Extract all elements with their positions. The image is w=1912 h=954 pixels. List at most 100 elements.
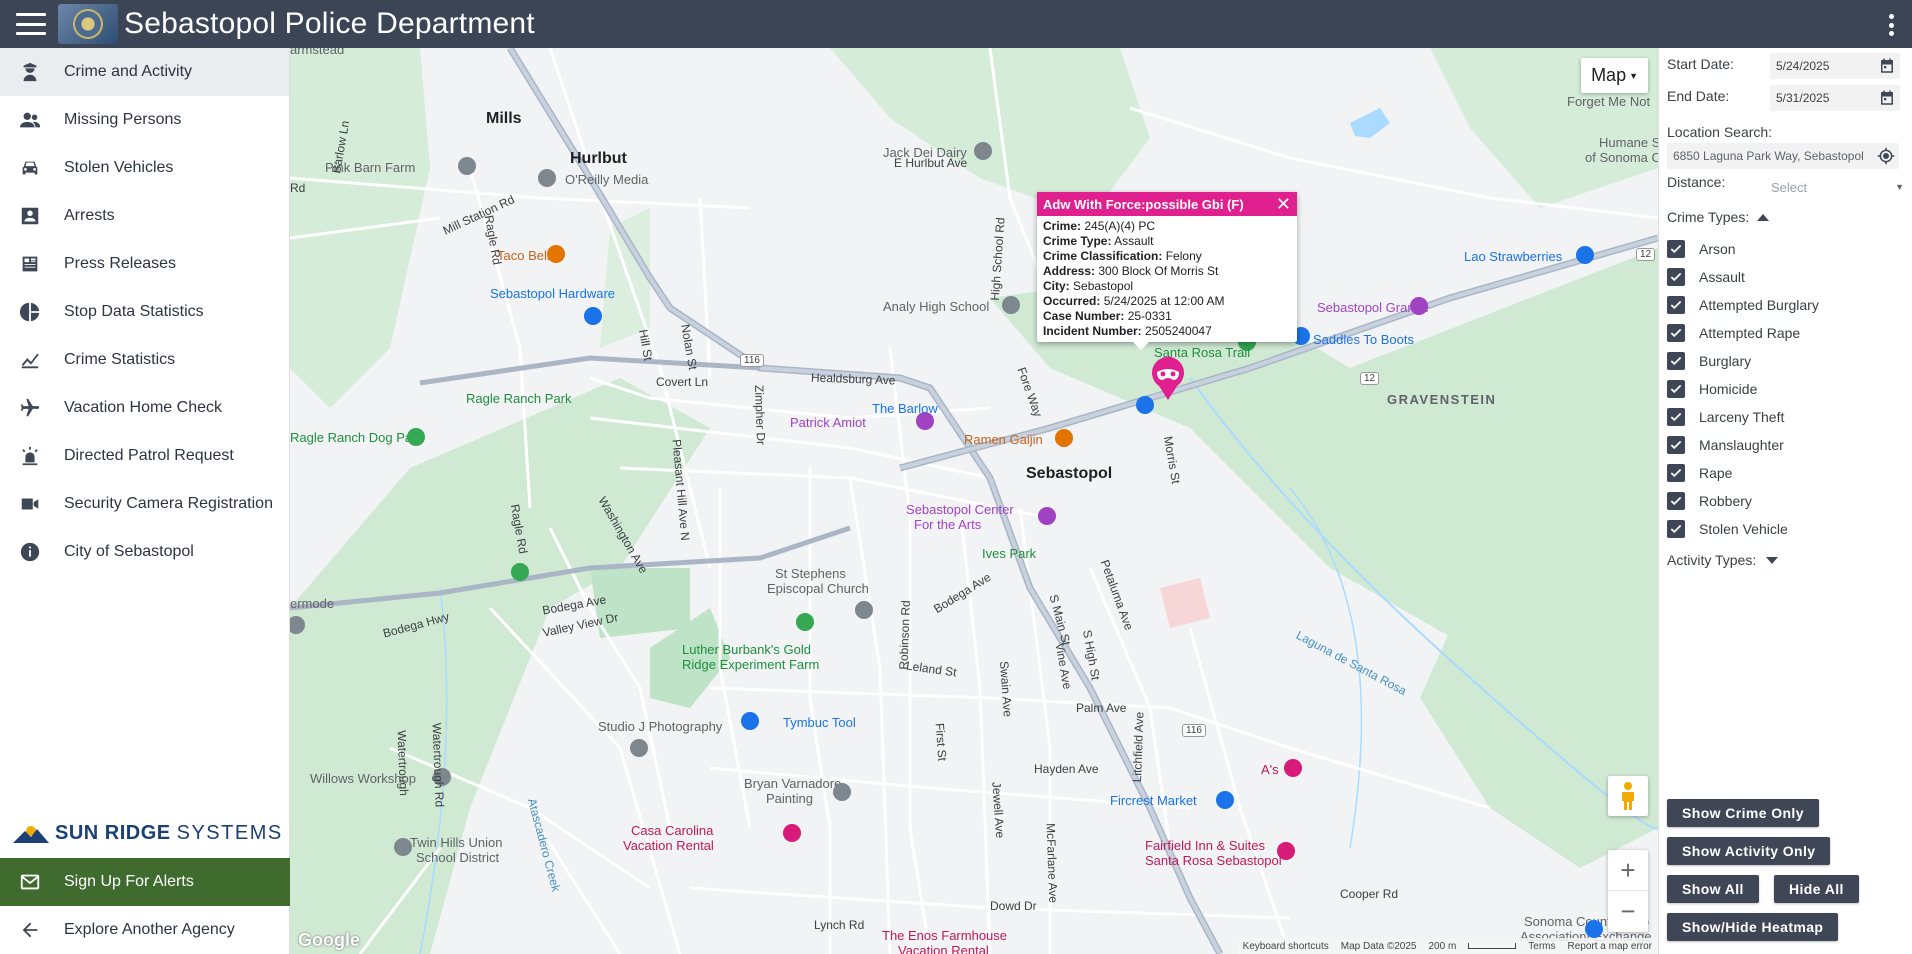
explore-agency-button[interactable]: Explore Another Agency — [0, 906, 290, 954]
shopping-pin-icon[interactable] — [1216, 791, 1234, 809]
crime-type-row[interactable]: Burglary — [1667, 350, 1751, 372]
calendar-icon[interactable] — [1878, 57, 1896, 75]
restaurant-pin-icon[interactable] — [547, 245, 565, 263]
place-pin-icon[interactable] — [833, 783, 851, 801]
checkbox-checked-icon[interactable] — [1667, 380, 1685, 398]
start-date-field[interactable]: 5/24/2025 — [1770, 53, 1900, 79]
restaurant-pin-icon[interactable] — [1055, 429, 1073, 447]
show-activity-only-button[interactable]: Show Activity Only — [1667, 837, 1831, 865]
park-pin-icon[interactable] — [511, 563, 529, 581]
sign-up-alerts-button[interactable]: Sign Up For Alerts — [0, 858, 290, 906]
hide-all-button[interactable]: Hide All — [1774, 875, 1859, 903]
show-crime-only-button[interactable]: Show Crime Only — [1667, 799, 1819, 827]
activity-types-label: Activity Types: — [1667, 552, 1757, 568]
sidebar-item-stop-data-statistics[interactable]: Stop Data Statistics — [0, 288, 289, 336]
more-options-icon[interactable] — [1888, 14, 1894, 36]
map-label-enos: The Enos Farmhouse Vacation Rental — [882, 928, 1008, 954]
sidebar-item-label: Missing Persons — [64, 111, 182, 128]
crime-type-row[interactable]: Assault — [1667, 266, 1745, 288]
map-label-ermode: ermode — [290, 596, 335, 611]
sidebar-item-city-of-sebastopol[interactable]: City of Sebastopol — [0, 528, 289, 576]
place-pin-icon[interactable] — [630, 739, 648, 757]
lodging-pin-icon[interactable] — [1277, 842, 1295, 860]
park-pin-icon[interactable] — [796, 613, 814, 631]
crime-type-row[interactable]: Homicide — [1667, 378, 1757, 400]
shopping-pin-icon[interactable] — [1585, 920, 1603, 938]
checkbox-checked-icon[interactable] — [1667, 492, 1685, 510]
park-pin-icon[interactable] — [407, 428, 425, 446]
show-all-button[interactable]: Show All — [1667, 875, 1759, 903]
brand-name-light: SYSTEMS — [176, 821, 283, 844]
shopping-pin-icon[interactable] — [741, 712, 759, 730]
place-pin-icon[interactable] — [974, 142, 992, 160]
shopping-pin-icon[interactable] — [1576, 246, 1594, 264]
checkbox-checked-icon[interactable] — [1667, 464, 1685, 482]
calendar-icon[interactable] — [1878, 89, 1896, 107]
distance-select[interactable]: Select ▼ — [1770, 176, 1906, 198]
report-error-link[interactable]: Report a map error — [1568, 941, 1652, 952]
expand-arrow-icon[interactable] — [1766, 556, 1779, 564]
location-search-input[interactable]: 6850 Laguna Park Way, Sebastopol — [1667, 143, 1899, 169]
checkbox-checked-icon[interactable] — [1667, 296, 1685, 314]
sidebar-item-crime-and-activity[interactable]: Crime and Activity — [0, 48, 289, 96]
shopping-pin-icon[interactable] — [584, 307, 602, 325]
lodging-pin-icon[interactable] — [1284, 759, 1302, 777]
checkbox-checked-icon[interactable] — [1667, 268, 1685, 286]
arts-pin-icon[interactable] — [1038, 507, 1056, 525]
activity-types-header[interactable]: Activity Types: — [1667, 552, 1779, 568]
crime-type-label: Rape — [1699, 465, 1733, 481]
terms-link[interactable]: Terms — [1528, 941, 1555, 952]
sidebar-item-missing-persons[interactable]: Missing Persons — [0, 96, 289, 144]
checkbox-checked-icon[interactable] — [1667, 240, 1685, 258]
menu-icon[interactable] — [16, 13, 46, 35]
crime-type-row[interactable]: Manslaughter — [1667, 434, 1784, 456]
crime-type-row[interactable]: Attempted Burglary — [1667, 294, 1819, 316]
crime-map[interactable]: Mills Hurlbut Sebastopol GRAVENSTEIN Pin… — [290, 48, 1658, 954]
sidebar-item-crime-statistics[interactable]: Crime Statistics — [0, 336, 289, 384]
checkbox-checked-icon[interactable] — [1667, 324, 1685, 342]
crime-type-row[interactable]: Attempted Rape — [1667, 322, 1800, 344]
zoom-in-icon[interactable]: + — [1608, 850, 1648, 891]
sidebar-item-arrests[interactable]: Arrests — [0, 192, 289, 240]
checkbox-checked-icon[interactable] — [1667, 436, 1685, 454]
my-location-icon[interactable] — [1877, 147, 1895, 165]
crime-type-row[interactable]: Arson — [1667, 238, 1736, 260]
airplane-icon — [19, 397, 41, 419]
checkbox-checked-icon[interactable] — [1667, 352, 1685, 370]
map-type-control[interactable]: Map ▼ — [1581, 58, 1648, 93]
sidebar-item-vacation-home-check[interactable]: Vacation Home Check — [0, 384, 289, 432]
close-icon[interactable]: ✕ — [1276, 194, 1291, 215]
sidebar-item-stolen-vehicles[interactable]: Stolen Vehicles — [0, 144, 289, 192]
crime-types-header[interactable]: Crime Types: — [1667, 209, 1770, 225]
street-view-pegman-icon[interactable] — [1608, 776, 1648, 816]
brand-name-bold: SUN RIDGE — [55, 821, 171, 844]
collapse-arrow-icon[interactable] — [1757, 213, 1770, 221]
attraction-pin-icon[interactable] — [1410, 297, 1428, 315]
place-pin-icon[interactable] — [538, 169, 556, 187]
crime-type-row[interactable]: Rape — [1667, 462, 1732, 484]
incident-popup: Adw With Force:possible Gbi (F) ✕ Crime:… — [1037, 192, 1297, 350]
checkbox-checked-icon[interactable] — [1667, 408, 1685, 426]
crime-type-label: Burglary — [1699, 353, 1752, 369]
road-label: McFarlane Ave — [1043, 822, 1061, 904]
sidebar-item-directed-patrol-request[interactable]: Directed Patrol Request — [0, 432, 289, 480]
place-pin-icon[interactable] — [458, 157, 476, 175]
crime-type-row[interactable]: Stolen Vehicle — [1667, 518, 1788, 540]
church-pin-icon[interactable] — [855, 601, 873, 619]
sidebar-item-press-releases[interactable]: Press Releases — [0, 240, 289, 288]
crime-mask-marker-icon[interactable] — [1151, 356, 1185, 400]
crime-code: 245(A)(4) PC — [1084, 219, 1156, 233]
keyboard-shortcuts-link[interactable]: Keyboard shortcuts — [1243, 941, 1329, 952]
zoom-out-icon[interactable]: − — [1608, 891, 1648, 932]
sidebar-item-security-camera-registration[interactable]: Security Camera Registration — [0, 480, 289, 528]
checkbox-checked-icon[interactable] — [1667, 520, 1685, 538]
end-date-field[interactable]: 5/31/2025 — [1770, 85, 1900, 111]
crime-type-row[interactable]: Robbery — [1667, 490, 1752, 512]
lodging-pin-icon[interactable] — [783, 824, 801, 842]
crime-type-row[interactable]: Larceny Theft — [1667, 406, 1784, 428]
road-label: Lynch Rd — [814, 918, 865, 932]
crime-classification: Felony — [1165, 249, 1202, 263]
highway-shield: 116 — [1182, 724, 1206, 737]
show-hide-heatmap-button[interactable]: Show/Hide Heatmap — [1667, 913, 1839, 941]
school-pin-icon[interactable] — [1002, 296, 1020, 314]
